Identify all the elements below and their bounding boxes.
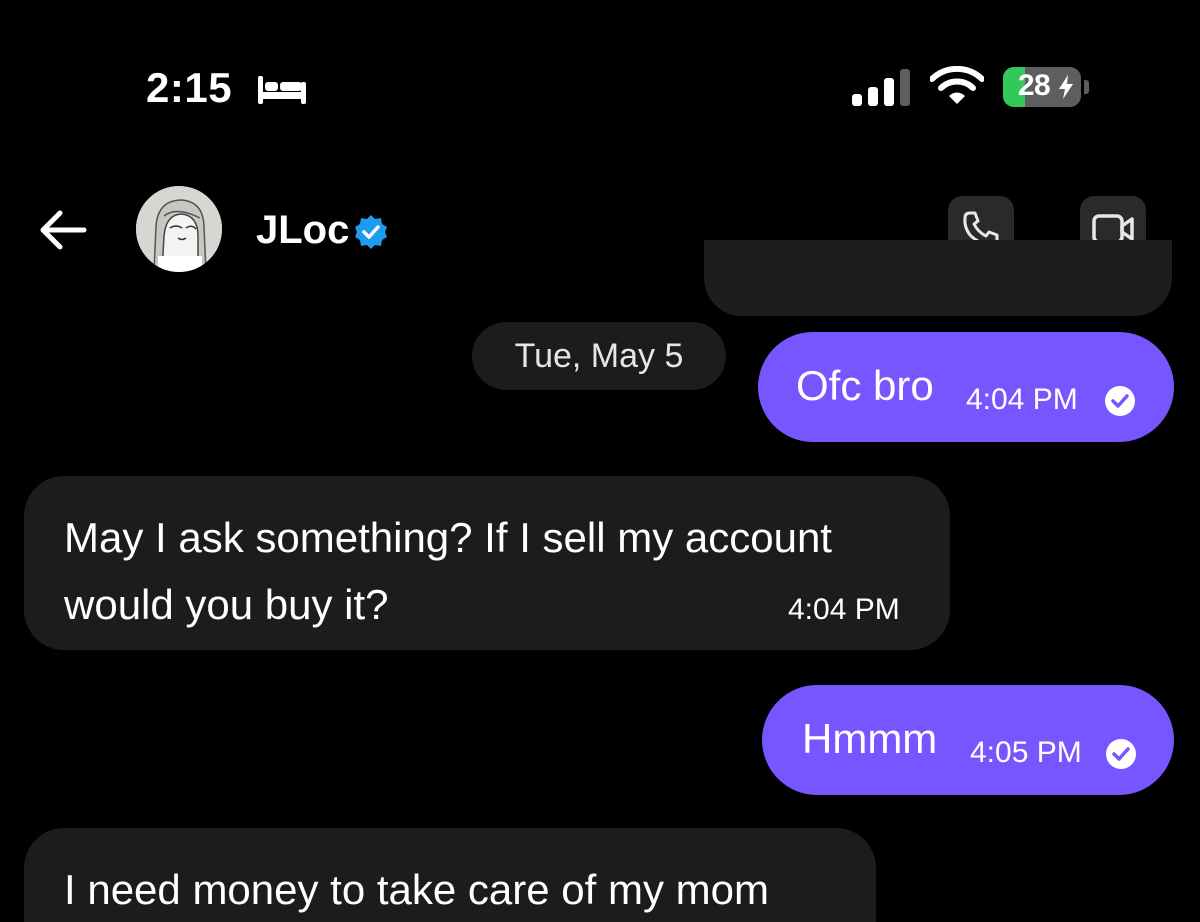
received-message-bubble[interactable]: I need money to take care of my mom	[24, 828, 876, 922]
contact-name[interactable]: JLoc	[256, 208, 349, 253]
charging-bolt-icon	[1059, 75, 1073, 99]
message-line: I need money to take care of my mom	[64, 866, 769, 913]
avatar[interactable]	[136, 186, 222, 272]
date-separator: Tue, May 5	[472, 322, 726, 390]
read-check-icon	[1106, 739, 1136, 769]
message-text: Hmmm	[802, 715, 938, 762]
chat-screen: 2:15 28 JLoc Tue, May 5 Ofc bro 4:04 PM …	[0, 0, 1200, 922]
sent-message-bubble[interactable]: Hmmm 4:05 PM	[762, 685, 1174, 795]
back-arrow-icon[interactable]	[38, 208, 88, 252]
wifi-icon	[930, 66, 984, 104]
status-time: 2:15	[146, 64, 233, 111]
read-check-icon	[1105, 386, 1135, 416]
message-timestamp: 4:04 PM	[966, 383, 1078, 416]
message-line: May I ask something? If I sell my accoun…	[64, 514, 832, 561]
sent-message-bubble[interactable]: Ofc bro 4:04 PM	[758, 332, 1174, 442]
received-message-bubble[interactable]: May I ask something? If I sell my accoun…	[24, 476, 950, 650]
message-line: would you buy it?	[64, 581, 389, 628]
message-timestamp: 4:04 PM	[788, 593, 900, 626]
message-timestamp: 4:05 PM	[970, 736, 1082, 769]
bed-icon	[258, 76, 306, 104]
message-text: May I ask something? If I sell my accoun…	[64, 504, 832, 638]
battery-tip	[1084, 80, 1089, 94]
verified-badge-icon	[355, 215, 387, 249]
cellular-signal-icon	[852, 69, 910, 106]
message-text: I need money to take care of my mom	[64, 856, 769, 922]
avatar-drawing	[136, 186, 222, 272]
battery-icon: 28	[1003, 67, 1081, 107]
message-text: Ofc bro	[796, 362, 934, 409]
previous-message-bubble	[704, 240, 1172, 316]
